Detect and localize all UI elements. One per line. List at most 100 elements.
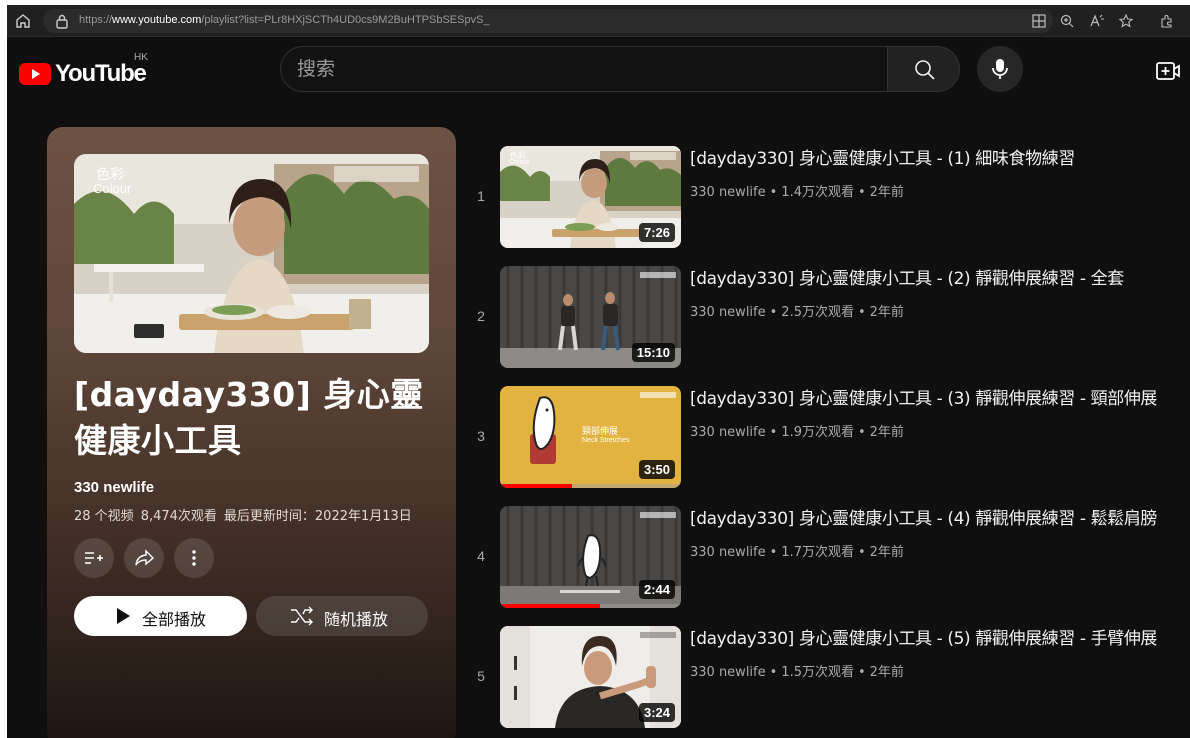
url-text: https://www.youtube.com/playlist?list=PL… [79, 14, 490, 26]
playlist-video-row[interactable]: 4 2:44 [dayday330] 身心靈健康小工具 - (4) 靜觀伸展練習… [469, 506, 1189, 608]
video-channel[interactable]: 330 newlife [690, 185, 766, 200]
video-meta: 330 newlife • 1.5万次观看 • 2年前 [690, 661, 904, 680]
video-thumbnail[interactable]: 色彩 Colour 7:26 [500, 146, 681, 248]
video-index: 2 [477, 308, 485, 324]
video-title[interactable]: [dayday330] 身心靈健康小工具 - (2) 靜觀伸展練習 - 全套 [690, 267, 1190, 291]
video-channel[interactable]: 330 newlife [690, 425, 766, 440]
more-vertical-icon [192, 550, 196, 566]
search-icon [915, 60, 935, 80]
app-available-icon[interactable] [1031, 13, 1047, 29]
lock-icon [56, 14, 68, 29]
video-age: 2年前 [869, 185, 904, 200]
video-title[interactable]: [dayday330] 身心靈健康小工具 - (4) 靜觀伸展練習 - 鬆鬆肩膀 [690, 507, 1190, 531]
microphone-icon [992, 59, 1008, 79]
youtube-header: YouTube HK [7, 37, 1190, 101]
video-channel[interactable]: 330 newlife [690, 305, 766, 320]
youtube-play-logo-icon [19, 63, 51, 85]
last-updated: 最后更新时间：2022年1月13日 [223, 509, 412, 524]
address-bar[interactable]: https://www.youtube.com/playlist?list=PL… [43, 9, 1053, 33]
video-thumbnail[interactable]: 15:10 [500, 266, 681, 368]
more-actions-button[interactable] [174, 538, 214, 578]
video-views: 1.7万次观看 [781, 545, 854, 560]
share-button[interactable] [124, 538, 164, 578]
separator-dot: • [769, 545, 778, 560]
home-icon[interactable] [13, 11, 33, 31]
thumbnail-label-en: Colour [509, 159, 530, 166]
search-input[interactable] [297, 47, 857, 91]
video-age: 2年前 [869, 545, 904, 560]
playlist-channel[interactable]: 330 newlife [74, 479, 154, 496]
separator-dot: • [857, 305, 866, 320]
url-path: /playlist?list=PLr8HXjSCTh4UD0cs9M2BuHTP… [201, 14, 490, 26]
play-all-button[interactable]: 全部播放 [74, 596, 247, 636]
shuffle-label: 随机播放 [324, 610, 389, 629]
video-thumbnail[interactable]: 頸部伸展 Neck Stretches 3:50 [500, 386, 681, 488]
playlist-video-row[interactable]: 1 色彩 Colour 7:26 [dayday330] 身心靈健康小工具 - … [469, 146, 1189, 248]
separator-dot: • [857, 545, 866, 560]
video-duration: 2:44 [638, 580, 675, 599]
play-all-label: 全部播放 [142, 610, 207, 629]
zoom-icon[interactable] [1059, 13, 1075, 29]
video-count: 28 个视频 [74, 509, 134, 524]
url-domain: www.youtube.com [112, 14, 202, 26]
view-count: 8,474次观看 [140, 509, 217, 524]
video-views: 1.9万次观看 [781, 425, 854, 440]
playlist-thumbnail[interactable]: 色彩 Colour [74, 154, 429, 353]
video-channel[interactable]: 330 newlife [690, 665, 766, 680]
app-frame: https://www.youtube.com/playlist?list=PL… [7, 5, 1190, 738]
thumbnail-label-en: Colour [93, 181, 132, 196]
video-index: 4 [477, 548, 485, 564]
video-meta: 330 newlife • 1.7万次观看 • 2年前 [690, 541, 904, 560]
browser-toolbar: https://www.youtube.com/playlist?list=PL… [7, 5, 1190, 37]
video-duration: 3:50 [638, 460, 675, 479]
play-icon [117, 608, 130, 624]
separator-dot: • [857, 665, 866, 680]
video-index: 3 [477, 428, 485, 444]
video-duration: 7:26 [638, 223, 675, 242]
video-title[interactable]: [dayday330] 身心靈健康小工具 - (3) 靜觀伸展練習 - 頸部伸展 [690, 387, 1190, 411]
video-meta: 330 newlife • 1.9万次观看 • 2年前 [690, 421, 904, 440]
video-title[interactable]: [dayday330] 身心靈健康小工具 - (1) 細味食物練習 [690, 147, 1190, 171]
search-button[interactable] [887, 46, 960, 92]
video-index: 5 [477, 668, 485, 684]
video-channel[interactable]: 330 newlife [690, 545, 766, 560]
thumbnail-label-cn: 頸部伸展 [582, 427, 619, 437]
shuffle-icon [291, 606, 313, 626]
playlist-video-row[interactable]: 2 15:10 [dayday330] 身心靈健康小工具 - (2) 靜觀伸展練… [469, 266, 1189, 368]
logo-text: YouTube [55, 60, 147, 87]
voice-search-button[interactable] [977, 46, 1023, 92]
create-video-icon[interactable] [1155, 59, 1181, 83]
favorite-star-icon[interactable] [1118, 13, 1134, 29]
separator-dot: • [769, 185, 778, 200]
video-age: 2年前 [869, 665, 904, 680]
watch-progress-bar [500, 484, 573, 488]
playlist-video-row[interactable]: 3 頸部伸展 Neck Stretches 3:50 [dayday330] 身… [469, 386, 1189, 488]
video-age: 2年前 [869, 425, 904, 440]
video-views: 1.5万次观看 [781, 665, 854, 680]
separator-dot: • [857, 425, 866, 440]
url-prefix: https:// [79, 14, 113, 26]
video-meta: 330 newlife • 2.5万次观看 • 2年前 [690, 301, 904, 320]
youtube-logo[interactable]: YouTube HK [19, 52, 149, 87]
add-to-library-icon [85, 552, 103, 564]
save-playlist-button[interactable] [74, 538, 114, 578]
video-thumbnail[interactable]: 3:24 [500, 626, 681, 728]
playlist-title: [dayday330] 身心靈健康小工具 [74, 375, 424, 460]
video-age: 2年前 [869, 305, 904, 320]
video-meta: 330 newlife • 1.4万次观看 • 2年前 [690, 181, 904, 200]
extensions-icon[interactable] [1159, 13, 1175, 29]
shuffle-button[interactable]: 随机播放 [256, 596, 428, 636]
separator-dot: • [769, 305, 778, 320]
video-thumbnail[interactable]: 2:44 [500, 506, 681, 608]
search-box [280, 46, 888, 92]
video-duration: 3:24 [638, 703, 675, 722]
video-duration: 15:10 [631, 343, 675, 362]
playlist-video-row[interactable]: 5 3:24 [dayday330] 身心靈健康小工具 - (5) 靜觀伸展練習… [469, 626, 1189, 728]
separator-dot: • [857, 185, 866, 200]
playlist-header-card: 色彩 Colour [dayday330] 身心靈健康小工具 330 newli… [47, 127, 456, 738]
read-aloud-icon[interactable] [1089, 13, 1105, 29]
video-title[interactable]: [dayday330] 身心靈健康小工具 - (5) 靜觀伸展練習 - 手臂伸展 [690, 627, 1190, 651]
separator-dot: • [769, 425, 778, 440]
thumbnail-label-en: Neck Stretches [582, 437, 630, 444]
watch-progress-bar [500, 604, 600, 608]
